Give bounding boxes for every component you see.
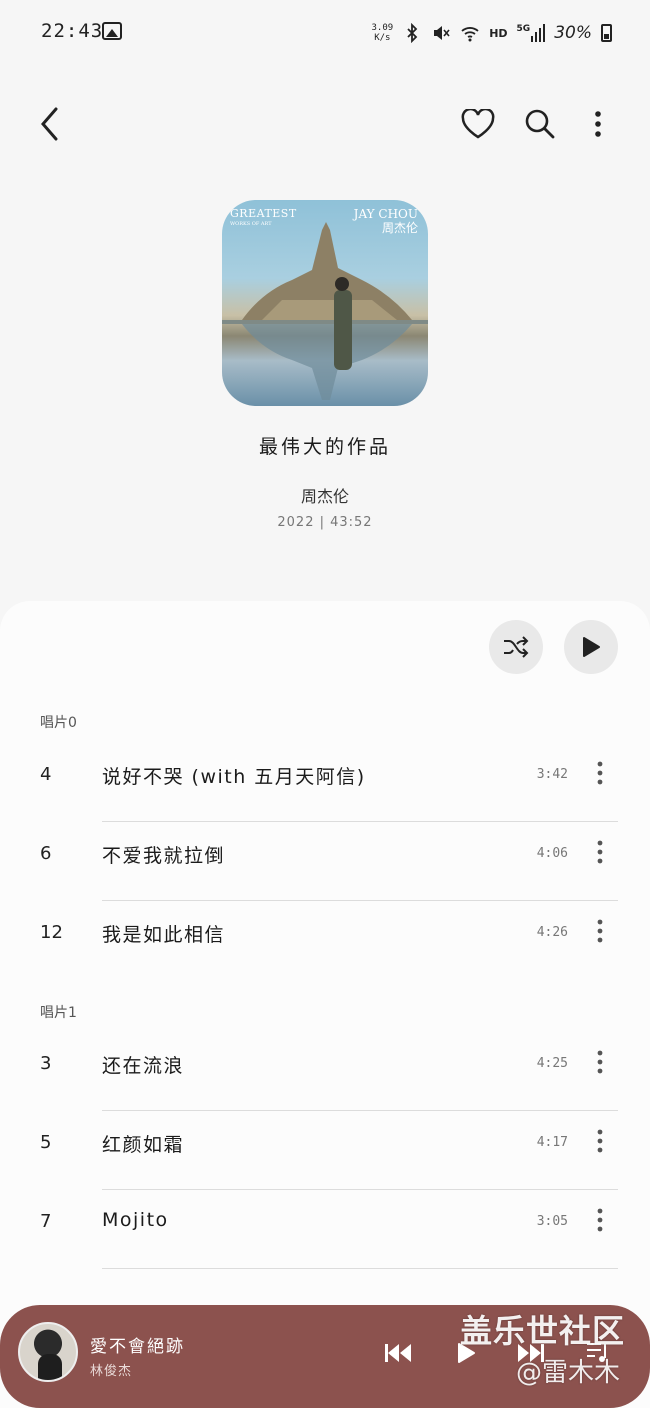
divider: [102, 1268, 618, 1269]
track-more-button[interactable]: [588, 1126, 612, 1156]
track-title: 红颜如霜: [102, 1134, 185, 1156]
track-duration: 4:06: [536, 846, 568, 861]
track-number: 3: [40, 1053, 52, 1074]
track-duration: 4:26: [536, 925, 568, 940]
network-type-label: HD: [489, 26, 508, 40]
track-row[interactable]: 4 说好不哭 (with 五月天阿信) 3:42: [0, 744, 650, 822]
more-vertical-icon: [597, 919, 603, 943]
cover-subtitle: WORKS OF ART: [230, 221, 272, 227]
more-vertical-icon: [597, 840, 603, 864]
wifi-icon: [461, 27, 479, 42]
track-number: 7: [40, 1211, 52, 1232]
track-title: 还在流浪: [102, 1055, 185, 1077]
divider: [102, 1110, 618, 1111]
divider: [102, 1189, 618, 1190]
track-number: 6: [40, 843, 52, 864]
track-title: 我是如此相信: [102, 924, 226, 946]
watermark-handle: @雷木木: [516, 1358, 621, 1388]
bluetooth-icon: [407, 23, 418, 43]
back-arrow-icon: [41, 107, 58, 141]
album-title: 最伟大的作品: [258, 436, 391, 458]
track-duration: 4:17: [536, 1135, 568, 1150]
more-vertical-icon: [597, 1050, 603, 1074]
track-more-button[interactable]: [588, 1205, 612, 1235]
status-bar: 22:43 3.09 K/s HD 5G 30%: [0, 0, 650, 66]
signal-bars-icon: [531, 24, 546, 42]
signal-indicator: 5G: [517, 24, 546, 42]
track-number: 4: [40, 764, 52, 785]
status-time: 22:43: [41, 20, 104, 42]
mute-icon: [434, 26, 450, 40]
track-number: 5: [40, 1132, 52, 1153]
track-row[interactable]: 12 我是如此相信 4:26: [0, 902, 650, 980]
shuffle-button[interactable]: [489, 620, 543, 674]
album-meta: 2022 | 43:52: [277, 515, 373, 530]
heart-icon: [461, 109, 495, 139]
gallery-notification-icon: [102, 22, 122, 40]
track-title: 说好不哭 (with 五月天阿信): [102, 766, 366, 788]
album-artist-link[interactable]: 周杰伦: [0, 483, 650, 507]
play-icon: [583, 637, 600, 657]
more-vertical-icon: [597, 1129, 603, 1153]
track-row[interactable]: 7 Mojito 3:05: [0, 1191, 650, 1269]
more-options-button[interactable]: [578, 104, 618, 144]
track-title: 不爱我就拉倒: [102, 845, 226, 867]
track-row[interactable]: 6 不爱我就拉倒 4:06: [0, 823, 650, 901]
track-number: 12: [40, 922, 63, 943]
track-more-button[interactable]: [588, 916, 612, 946]
track-more-button[interactable]: [588, 1047, 612, 1077]
track-row[interactable]: 3 还在流浪 4:25: [0, 1033, 650, 1111]
cover-title: GREATEST: [230, 207, 297, 220]
divider: [102, 821, 618, 822]
now-playing-artist: 林俊杰: [90, 1364, 133, 1379]
shuffle-icon: [504, 636, 529, 658]
mini-player-artwork[interactable]: [18, 1322, 78, 1382]
watermark-text: 盖乐世社区: [460, 1312, 626, 1350]
battery-icon: [601, 24, 612, 42]
album-cover: GREATEST WORKS OF ART JAY CHOU 周杰伦: [222, 200, 428, 406]
track-more-button[interactable]: [588, 837, 612, 867]
more-vertical-icon: [597, 1208, 603, 1232]
status-indicators: 3.09 K/s HD 5G 30%: [372, 20, 612, 46]
track-list-panel: [0, 601, 650, 1408]
previous-button[interactable]: [382, 1337, 414, 1369]
play-all-button[interactable]: [564, 620, 618, 674]
track-duration: 4:25: [536, 1056, 568, 1071]
favorite-button[interactable]: [458, 104, 498, 144]
track-title: Mojito: [102, 1209, 169, 1231]
now-playing-title[interactable]: 愛不會絕跡: [90, 1332, 185, 1357]
more-vertical-icon: [595, 111, 601, 137]
cover-artist: JAY CHOU 周杰伦: [353, 207, 418, 235]
search-icon: [525, 109, 555, 139]
signal-label: 5G: [516, 24, 531, 34]
track-row[interactable]: 5 红颜如霜 4:17: [0, 1112, 650, 1190]
battery-percent: 30%: [554, 23, 592, 43]
back-button[interactable]: [30, 104, 70, 144]
search-button[interactable]: [520, 104, 560, 144]
track-duration: 3:42: [536, 767, 568, 782]
more-vertical-icon: [597, 761, 603, 785]
disc-label: 唱片1: [40, 1005, 77, 1021]
divider: [102, 900, 618, 901]
track-duration: 3:05: [536, 1214, 568, 1229]
skip-previous-icon: [385, 1344, 411, 1362]
disc-label: 唱片0: [40, 715, 77, 731]
net-speed: 3.09 K/s: [371, 23, 394, 43]
track-more-button[interactable]: [588, 758, 612, 788]
